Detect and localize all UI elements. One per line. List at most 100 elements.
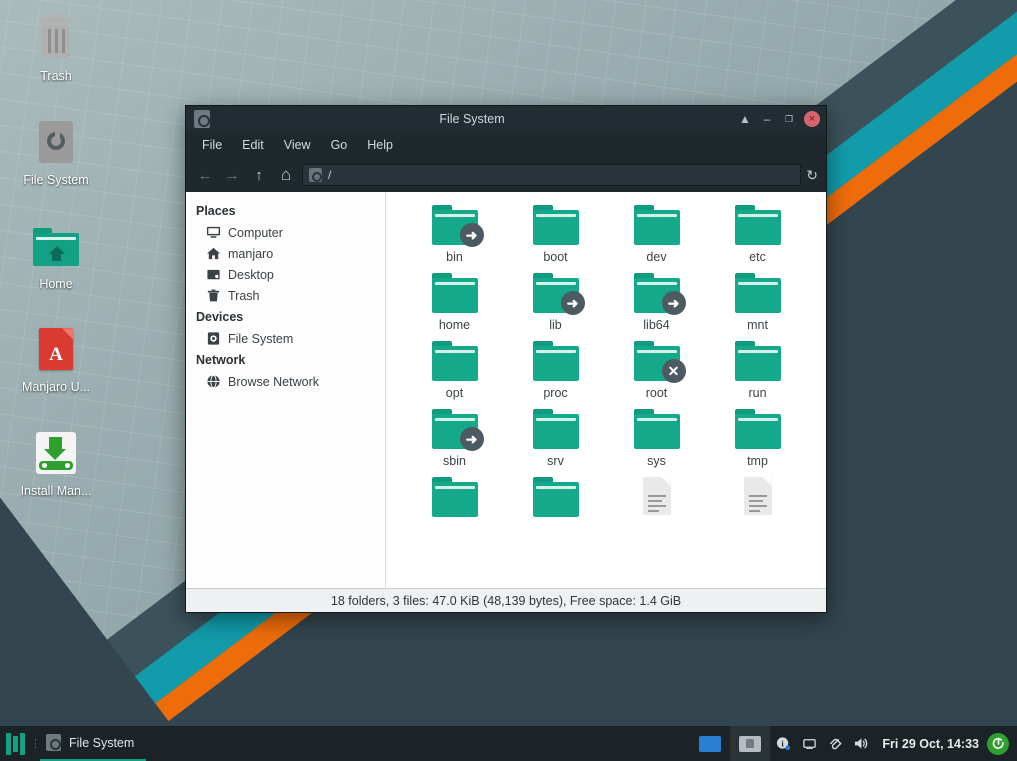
folder-icon <box>735 409 781 449</box>
file-name-label: home <box>439 318 470 332</box>
sidebar-item-file-system[interactable]: File System <box>186 328 385 349</box>
file-name-label: dev <box>646 250 666 264</box>
file-item[interactable]: proc <box>505 336 606 404</box>
menu-file[interactable]: File <box>194 135 230 155</box>
file-name-label: lib <box>549 318 562 332</box>
sidebar-item-manjaro[interactable]: manjaro <box>186 243 385 264</box>
desktop-icon-file-system[interactable]: File System <box>0 110 112 192</box>
path-bar[interactable] <box>302 164 801 186</box>
desktop-icon-install-manjaro[interactable]: Install Man... <box>0 421 112 503</box>
file-item[interactable]: sys <box>606 404 707 472</box>
folder-icon: ➜ <box>634 273 680 313</box>
file-manager-window: File System ▲ – ❐ × File Edit View Go He… <box>185 105 827 613</box>
file-item[interactable]: tmp <box>707 404 808 472</box>
sidebar-item-label: manjaro <box>228 247 273 261</box>
workspace-2-button[interactable] <box>730 726 770 761</box>
sidebar-item-browse-network[interactable]: Browse Network <box>186 371 385 392</box>
file-item[interactable]: boot <box>505 200 606 268</box>
path-input[interactable] <box>328 168 794 182</box>
desktop-icon-manjaro-user-guide[interactable]: A Manjaro U... <box>0 317 112 399</box>
workspace-pager <box>690 726 770 761</box>
document-icon <box>634 477 680 517</box>
taskbar-separator[interactable]: ⋮ <box>30 737 40 750</box>
symlink-badge-icon: ➜ <box>662 291 686 315</box>
display-icon[interactable] <box>796 726 822 761</box>
file-list-view[interactable]: ➜binbootdevetchome➜lib➜lib64mntoptproc✕r… <box>386 192 826 588</box>
forward-icon[interactable]: → <box>221 164 243 186</box>
file-item[interactable] <box>404 472 505 526</box>
file-item[interactable]: ➜ sbin <box>404 404 505 472</box>
home-icon <box>206 246 221 261</box>
sidebar-item-computer[interactable]: Computer <box>186 222 385 243</box>
desktop-icon-home[interactable]: Home <box>0 214 112 296</box>
monitor-icon <box>206 225 221 240</box>
file-item[interactable]: mnt <box>707 268 808 336</box>
file-name-label: etc <box>749 250 766 264</box>
window-title: File System <box>210 112 734 126</box>
clock[interactable]: Fri 29 Oct, 14:33 <box>874 737 987 751</box>
file-item[interactable]: etc <box>707 200 808 268</box>
file-item[interactable] <box>707 472 808 526</box>
home-folder-icon <box>32 222 80 270</box>
file-item[interactable]: ✕root <box>606 336 707 404</box>
info-icon[interactable]: i <box>770 726 796 761</box>
file-item[interactable]: run <box>707 336 808 404</box>
file-name-label: mnt <box>747 318 768 332</box>
window-titlebar[interactable]: File System ▲ – ❐ × <box>186 106 826 132</box>
sidebar-heading-devices: Devices <box>186 306 385 328</box>
window-minimize-button[interactable]: – <box>756 108 778 130</box>
sidebar-item-desktop[interactable]: Desktop <box>186 264 385 285</box>
up-icon[interactable]: ↑ <box>248 164 270 186</box>
drive-icon <box>206 331 221 346</box>
file-item[interactable]: ➜lib64 <box>606 268 707 336</box>
file-item[interactable]: home <box>404 268 505 336</box>
navigation-toolbar: ← → ↑ ⌂ ↻ <box>186 158 826 192</box>
file-name-label: boot <box>543 250 567 264</box>
folder-icon <box>634 409 680 449</box>
status-bar: 18 folders, 3 files: 47.0 KiB (48,139 by… <box>186 588 826 612</box>
menu-edit[interactable]: Edit <box>234 135 272 155</box>
back-icon[interactable]: ← <box>194 164 216 186</box>
desktop-icon-trash[interactable]: Trash <box>0 6 112 88</box>
volume-icon[interactable] <box>848 726 874 761</box>
logout-icon[interactable] <box>987 733 1009 755</box>
path-drive-icon <box>309 168 322 182</box>
file-item[interactable]: ➜bin <box>404 200 505 268</box>
sidebar-heading-network: Network <box>186 349 385 371</box>
folder-icon <box>432 477 478 517</box>
folder-icon: ✕ <box>634 341 680 381</box>
file-item[interactable] <box>505 472 606 526</box>
menu-bar: File Edit View Go Help <box>186 132 826 158</box>
file-name-label: run <box>748 386 766 400</box>
folder-icon: ➜ <box>432 409 478 449</box>
sidebar-item-trash[interactable]: Trash <box>186 285 385 306</box>
file-name-label: tmp <box>747 454 768 468</box>
folder-icon: ➜ <box>533 273 579 313</box>
taskbar-window-button-file-system[interactable]: File System <box>40 726 146 761</box>
window-shade-button[interactable]: ▲ <box>734 108 756 130</box>
menu-view[interactable]: View <box>276 135 319 155</box>
file-name-label: sbin <box>443 454 466 468</box>
file-item[interactable]: ➜ lib <box>505 268 606 336</box>
menu-help[interactable]: Help <box>359 135 401 155</box>
workspace-1-button[interactable] <box>690 726 730 761</box>
menu-go[interactable]: Go <box>323 135 356 155</box>
file-item[interactable] <box>606 472 707 526</box>
status-text: 18 folders, 3 files: 47.0 KiB (48,139 by… <box>331 594 681 608</box>
file-item[interactable]: opt <box>404 336 505 404</box>
home-icon[interactable]: ⌂ <box>275 164 297 186</box>
folder-icon <box>533 205 579 245</box>
manjaro-logo-icon[interactable] <box>0 726 30 761</box>
drive-icon <box>46 734 61 751</box>
window-close-button[interactable]: × <box>804 111 820 127</box>
file-name-label: opt <box>446 386 463 400</box>
clipboard-icon[interactable] <box>822 726 848 761</box>
sidebar-item-label: Trash <box>228 289 260 303</box>
window-maximize-button[interactable]: ❐ <box>778 108 800 130</box>
sidebar-item-label: Computer <box>228 226 283 240</box>
file-item[interactable]: srv <box>505 404 606 472</box>
file-item[interactable]: dev <box>606 200 707 268</box>
pdf-document-icon: A <box>32 325 80 373</box>
reload-icon[interactable]: ↻ <box>806 167 818 184</box>
folder-icon <box>533 477 579 517</box>
